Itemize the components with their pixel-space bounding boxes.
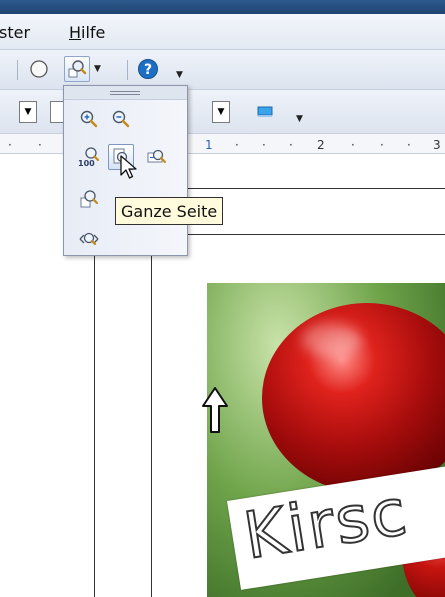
- zoom-100-button[interactable]: 100: [76, 144, 102, 170]
- zoom-out-icon: [112, 110, 130, 128]
- zoom-dropdown-arrow[interactable]: ▼: [94, 64, 101, 74]
- ruler-dot: ·: [262, 138, 266, 152]
- tooltip-text: Ganze Seite: [121, 201, 218, 221]
- text-insertion-arrow: [201, 386, 229, 438]
- kirsch-text: Kirsc: [238, 474, 414, 575]
- ruler-dot: ·: [289, 138, 293, 152]
- grip-line: [110, 91, 140, 92]
- navigator-button[interactable]: [26, 56, 52, 82]
- toolbar2-overflow-arrow[interactable]: ▼: [296, 114, 303, 124]
- zoom-100-icon: 100: [78, 147, 100, 168]
- toolbar-overflow-arrow[interactable]: ▼: [176, 70, 183, 80]
- menu-hilfe-label: ilfe: [81, 23, 106, 42]
- window-titlebar: [0, 0, 445, 14]
- object-zoom-icon: [79, 232, 99, 246]
- cherry-photo[interactable]: Kirsc: [207, 283, 445, 597]
- font-name-field[interactable]: [50, 101, 64, 123]
- menu-fenster-label: ster: [0, 23, 31, 42]
- zoom-icon: [68, 60, 87, 78]
- optimal-view-icon: [80, 190, 99, 208]
- font-size-combo-arrow[interactable]: ▼: [212, 101, 230, 123]
- cherry-highlight: [302, 323, 362, 357]
- mouse-pointer: [120, 155, 138, 185]
- zoom-dropdown-button[interactable]: [64, 56, 90, 82]
- ruler-label-1: 1: [205, 138, 213, 152]
- object-zoom-button[interactable]: [76, 226, 102, 252]
- ruler-dot: ·: [235, 138, 239, 152]
- ruler-dot: ·: [380, 138, 384, 152]
- navigator-icon: [30, 60, 48, 78]
- toolbar-separator: [17, 60, 18, 80]
- highlight-button[interactable]: [252, 98, 278, 124]
- margin-line-top: [151, 188, 445, 189]
- optimal-view-button[interactable]: [76, 186, 102, 212]
- zoom-tooltip: Ganze Seite: [115, 197, 224, 225]
- style-combo-arrow[interactable]: ▼: [19, 101, 37, 123]
- highlight-icon: [257, 106, 273, 117]
- toolbar-separator: [127, 60, 128, 80]
- standard-toolbar: ▼ ? ▼: [0, 50, 445, 90]
- mouse-pointer-icon: [120, 155, 137, 179]
- svg-text:?: ?: [144, 62, 152, 78]
- help-button[interactable]: ?: [135, 56, 161, 82]
- menu-fenster[interactable]: ster: [0, 23, 30, 42]
- ruler-label-3: 3: [433, 138, 441, 152]
- menu-hilfe[interactable]: Hilfe: [69, 23, 105, 42]
- ruler-dot: ·: [38, 138, 42, 152]
- ruler-label-2: 2: [317, 138, 325, 152]
- zoom-in-icon: [80, 110, 98, 128]
- ruler-dot: ·: [8, 138, 12, 152]
- menubar: ster Hilfe: [0, 14, 445, 50]
- header-boundary-line: [181, 234, 445, 235]
- up-arrow-icon: [202, 387, 228, 433]
- zoom-in-button[interactable]: [76, 106, 102, 132]
- zoom-100-label: 100: [78, 159, 95, 168]
- zoom-out-button[interactable]: [108, 106, 134, 132]
- page-width-icon: [147, 149, 167, 164]
- help-icon: ?: [138, 59, 158, 79]
- ruler-dot: ·: [407, 138, 411, 152]
- ruler-dot: ·: [351, 138, 355, 152]
- menu-hilfe-accel: H: [69, 23, 82, 42]
- popup-grip[interactable]: [64, 86, 187, 100]
- page-width-button[interactable]: [144, 144, 170, 170]
- grip-line: [110, 94, 140, 95]
